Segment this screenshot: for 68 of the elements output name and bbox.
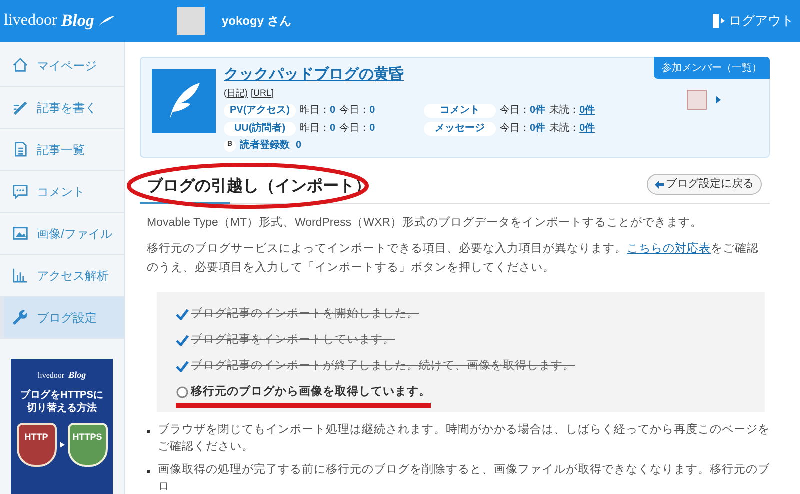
stat-value: 0 xyxy=(330,122,336,136)
logo-text: livedoor xyxy=(4,11,58,31)
unread-count-link[interactable]: 0件 xyxy=(580,103,596,118)
sidebar-item[interactable]: 記事一覧 xyxy=(0,129,124,171)
stat-label: UU(訪問者) xyxy=(224,122,296,136)
logout-button[interactable]: ログアウト xyxy=(713,11,794,31)
stat-label: 未読： xyxy=(550,104,580,118)
stat-label: 今日： xyxy=(500,122,530,136)
sidebar-item[interactable]: コメント xyxy=(0,171,124,213)
door-icon xyxy=(713,14,725,28)
image-icon xyxy=(12,225,29,242)
comment-icon xyxy=(12,183,29,200)
stat-label: コメント xyxy=(424,104,496,118)
back-button[interactable]: ブログ設定に戻る xyxy=(647,174,762,195)
banner-logo-script: Blog xyxy=(68,369,86,382)
stat-label: 今日： xyxy=(340,122,370,136)
members-button[interactable]: 参加メンバー（一覧） xyxy=(654,57,770,79)
note-text: 移行元のブログサービスによってインポートできる項目、必要な入力項目が異なります。こちらの対応表をご確認のうえ、必要項目を入力して「インポートする」ボタンを押してください。 xyxy=(147,241,760,276)
bullet-text: 画像取得の処理が完了する前に移行元のブログを削除すると、画像ファイルが取得できなくなります。移行元のブロ xyxy=(158,462,770,494)
stat-value: 0件 xyxy=(530,122,546,136)
stat-label: PV(アクセス) xyxy=(224,104,296,118)
step-text: ブログ記事のインポートを開始しました。 xyxy=(191,306,419,322)
bullet-text: ブラウザを閉じてもインポート処理は継続されます。時間がかかる場合は、しばらく経ってから再度このページをご確認ください。 xyxy=(158,422,770,456)
sidebar-item[interactable]: マイページ xyxy=(0,45,124,87)
stat-label: 未読： xyxy=(550,122,580,136)
banner-title-line: ブログをHTTPSに xyxy=(20,388,104,402)
arrow-left-icon xyxy=(655,180,664,188)
member-avatar[interactable] xyxy=(687,90,707,110)
logo-script: Blog xyxy=(61,10,94,32)
stat-value: 0件 xyxy=(530,104,546,118)
sidebar-item[interactable]: 記事を書く xyxy=(0,87,124,129)
blog-link[interactable]: [URL] xyxy=(251,86,274,100)
avatar[interactable] xyxy=(177,7,205,35)
stat-value: 0 xyxy=(370,104,376,118)
wrench-icon xyxy=(12,309,29,326)
stat-label: 昨日： xyxy=(300,104,330,118)
reader-count-label: 読者登録数 xyxy=(240,138,290,153)
stat-label: 今日： xyxy=(340,104,370,118)
blog-link[interactable]: (日記) xyxy=(224,86,248,100)
https-shield: HTTPS xyxy=(68,422,108,466)
caret-icon[interactable] xyxy=(716,96,721,104)
step-text: ブログ記事のインポートが終了しました。続けて、画像を取得します。 xyxy=(191,358,575,374)
http-shield: HTTP xyxy=(16,422,56,466)
bar-chart-icon xyxy=(12,267,29,284)
feather-icon xyxy=(98,15,116,27)
stat-label: 今日： xyxy=(500,104,530,118)
document-icon xyxy=(12,141,29,158)
step-text: 移行元のブログから画像を取得しています。 xyxy=(191,384,431,400)
intro-text: Movable Type（MT）形式、WordPress（WXR）形式のブログデータをインポートすることができます。 xyxy=(147,216,704,231)
https-banner[interactable]: livedoor Blog ブログをHTTPSに 切り替える方法 HTTP HTTPS xyxy=(11,359,113,494)
stat-value: 0 xyxy=(370,122,376,136)
banner-title-line: 切り替える方法 xyxy=(27,402,97,414)
blog-title-link[interactable]: クックパッドブログの黄昏 xyxy=(224,64,596,86)
arrow-icon xyxy=(60,442,64,448)
home-icon xyxy=(12,57,29,74)
step-text: ブログ記事をインポートしています。 xyxy=(191,332,395,348)
reader-count: 0 xyxy=(296,139,302,153)
unread-count-link[interactable]: 0件 xyxy=(580,121,596,136)
banner-logo-text: livedoor xyxy=(38,370,65,382)
sidebar-item[interactable]: 画像/ファイル xyxy=(0,213,124,255)
stat-value: 0 xyxy=(330,104,336,118)
user-name: yokogy さん xyxy=(222,13,292,30)
feather-icon xyxy=(167,82,201,120)
sidebar-item[interactable]: ブログ設定 xyxy=(0,297,124,339)
pen-icon xyxy=(12,99,29,116)
stat-label: 昨日： xyxy=(300,122,330,136)
stat-label: メッセージ xyxy=(424,122,496,136)
table-link[interactable]: こちらの対応表 xyxy=(627,243,711,256)
